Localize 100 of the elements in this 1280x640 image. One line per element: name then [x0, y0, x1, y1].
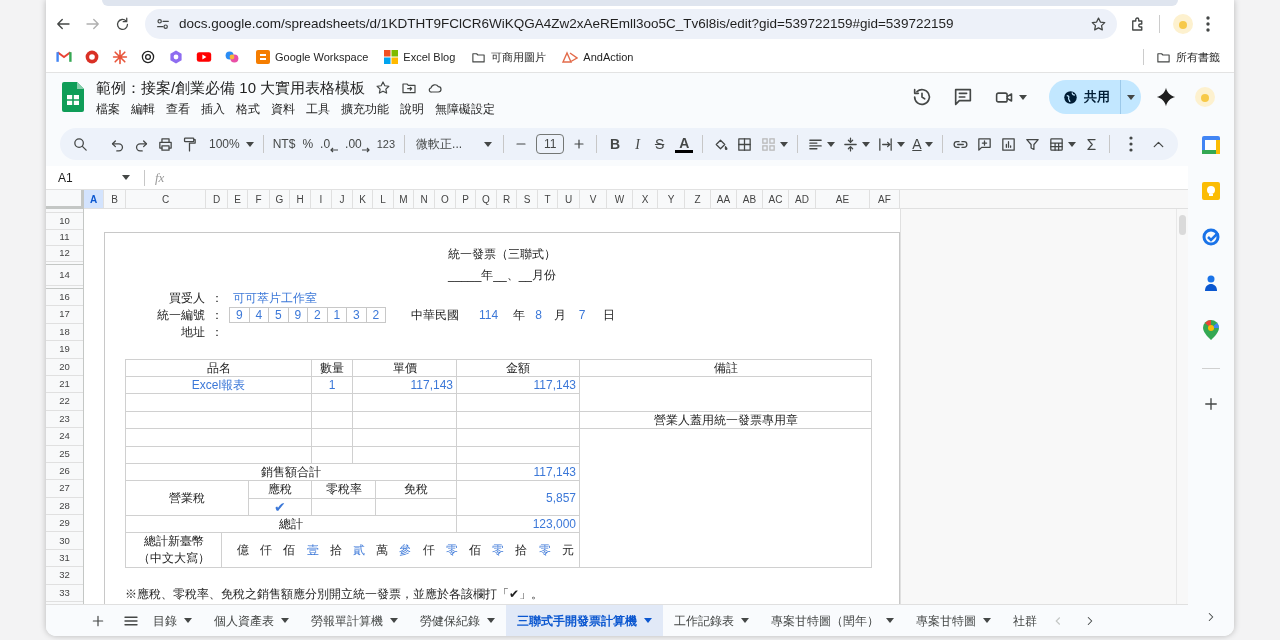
bookmark-link[interactable]: Excel Blog [384, 48, 456, 66]
tune-icon[interactable] [155, 16, 171, 32]
more-icon[interactable] [1206, 16, 1210, 32]
column-header[interactable]: M [394, 190, 414, 209]
row-header[interactable]: 19 [46, 341, 83, 359]
menu-item[interactable]: 查看 [166, 99, 190, 118]
column-header[interactable]: W [607, 190, 633, 209]
row-header[interactable]: 23 [46, 410, 83, 429]
row-header[interactable]: 12 [46, 246, 83, 262]
italic-button[interactable]: I [631, 133, 644, 155]
sheet-tab[interactable]: 專案甘特圖 [905, 605, 1002, 636]
column-header[interactable]: P [456, 190, 476, 209]
row-header[interactable]: 21 [46, 375, 83, 394]
play-icon[interactable] [196, 49, 212, 65]
column-header[interactable]: V [580, 190, 607, 209]
merge-button[interactable] [760, 135, 789, 153]
column-header[interactable]: F [248, 190, 270, 209]
row-header[interactable]: 14 [46, 265, 83, 286]
row-header[interactable]: 22 [46, 393, 83, 411]
name-box[interactable]: A1 [58, 168, 130, 187]
column-header[interactable]: H [290, 190, 311, 209]
number-format-button[interactable]: 123 [376, 135, 396, 153]
column-header[interactable]: N [414, 190, 435, 209]
column-header[interactable]: AE [816, 190, 870, 209]
row-header[interactable]: 29 [46, 515, 83, 533]
row-header[interactable]: 11 [46, 230, 83, 246]
document-title[interactable]: 範例：接案/創業必備 10 大實用表格模板 [96, 76, 366, 99]
sheet-tab[interactable]: 工作記錄表 [663, 605, 760, 636]
row-header[interactable]: 10 [46, 213, 83, 230]
row-header[interactable]: 26 [46, 462, 83, 481]
row-header[interactable]: 16 [46, 289, 83, 307]
mail-icon[interactable] [56, 49, 72, 65]
add-icon[interactable] [1202, 395, 1220, 413]
menu-item[interactable]: 檔案 [96, 99, 120, 118]
column-header[interactable]: AF [870, 190, 900, 209]
column-header[interactable]: J [332, 190, 353, 209]
decrease-decimal-button[interactable]: .0 [320, 135, 339, 153]
column-header[interactable]: R [497, 190, 517, 209]
sheet-tab[interactable]: 三聯式手開發票計算機 [506, 605, 663, 636]
percent-button[interactable]: % [302, 135, 314, 153]
menu-item[interactable]: 格式 [236, 99, 260, 118]
menu-item[interactable]: 說明 [400, 99, 424, 118]
menu-item[interactable]: 編輯 [131, 99, 155, 118]
menu-item[interactable]: 擴充功能 [341, 99, 389, 118]
bookmark-link[interactable]: AndAction [562, 48, 634, 66]
zoom-button[interactable]: 100% [209, 135, 254, 153]
check-circle-icon[interactable] [1202, 228, 1220, 246]
hexagon-icon[interactable] [168, 49, 184, 65]
person-icon[interactable] [1202, 274, 1220, 292]
map-pin-icon[interactable] [1203, 320, 1219, 340]
column-header[interactable]: AC [763, 190, 789, 209]
wrap-button[interactable] [877, 135, 906, 153]
borders-icon[interactable] [736, 135, 754, 153]
column-header[interactable]: Q [476, 190, 497, 209]
history-icon[interactable] [911, 86, 933, 108]
column-header[interactable]: G [270, 190, 290, 209]
column-header[interactable]: Z [685, 190, 711, 209]
font-button[interactable]: 微軟正... [414, 135, 495, 153]
column-header[interactable]: K [353, 190, 373, 209]
reload-icon[interactable] [114, 15, 131, 33]
swirl-icon[interactable] [224, 49, 240, 65]
font-size-field[interactable]: 11 [536, 134, 565, 154]
currency-button[interactable]: NT$ [272, 135, 296, 153]
row-header[interactable]: 31 [46, 549, 83, 568]
row-header[interactable]: 24 [46, 428, 83, 446]
column-header[interactable]: D [206, 190, 228, 209]
sheet-tab[interactable]: 社群 [1002, 605, 1037, 636]
column-header[interactable]: Y [658, 190, 685, 209]
column-header[interactable]: AB [737, 190, 763, 209]
row-header[interactable]: 20 [46, 358, 83, 376]
table-button[interactable] [1047, 135, 1076, 153]
column-header[interactable]: AA [711, 190, 737, 209]
calendar-icon[interactable] [1202, 136, 1220, 154]
star-icon[interactable] [375, 79, 392, 96]
sparkle-icon[interactable] [1155, 86, 1177, 108]
increase-decimal-button[interactable]: .00 [345, 135, 370, 153]
search-icon[interactable] [72, 135, 89, 153]
sheet-tab[interactable]: 個人資產表 [203, 605, 300, 636]
address-bar[interactable]: docs.google.com/spreadsheets/d/1KDTHT9FClCR6WiKQGA4Zw2xAeREmll3oo5C_Tv6l8is/edit?gid=539722159#gid=539722159 [145, 9, 1117, 39]
circle-icon[interactable] [84, 49, 100, 65]
bookmark-link[interactable]: 可商用圖片 [471, 48, 547, 66]
comment-icon[interactable] [952, 86, 974, 108]
strikethrough-button[interactable]: S [650, 133, 669, 155]
text-rotation-button[interactable]: A [912, 133, 933, 155]
row-header[interactable]: 28 [46, 497, 83, 516]
scrollbar-thumb[interactable] [1179, 215, 1186, 235]
bookmark-link[interactable]: Google Workspace [256, 48, 369, 66]
column-header[interactable]: E [228, 190, 248, 209]
sheet-tab[interactable]: 專案甘特圖（閏年） [760, 605, 905, 636]
menu-item[interactable]: 無障礙設定 [435, 99, 495, 118]
column-header[interactable]: O [435, 190, 456, 209]
sheet-tab[interactable]: 勞報單計算機 [300, 605, 409, 636]
asterisk-icon[interactable] [112, 49, 128, 65]
paint-format-icon[interactable] [181, 135, 198, 153]
column-header[interactable]: A [84, 190, 104, 209]
menu-item[interactable]: 插入 [201, 99, 225, 118]
chart-icon[interactable] [999, 135, 1017, 153]
bold-button[interactable]: B [606, 133, 625, 155]
sheet-tab[interactable]: 勞健保紀錄 [409, 605, 506, 636]
knot-icon[interactable] [140, 49, 156, 65]
